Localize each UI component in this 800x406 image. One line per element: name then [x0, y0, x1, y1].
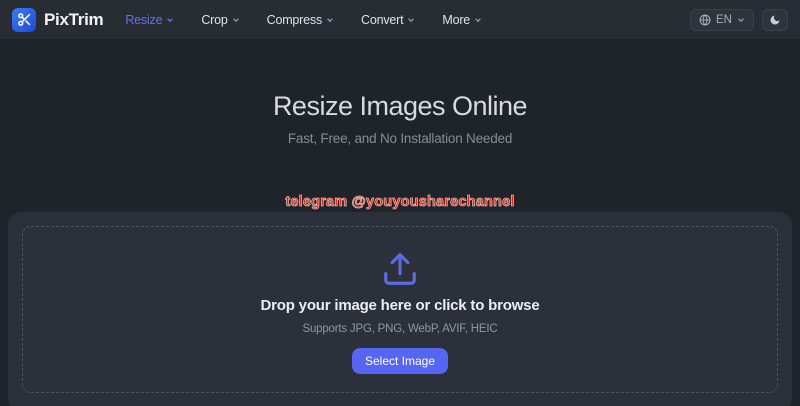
nav-item-more[interactable]: More — [442, 13, 482, 27]
main-nav: Resize Crop Compress Convert More — [125, 13, 482, 27]
language-label: EN — [716, 14, 732, 26]
dropzone-instruction: Drop your image here or click to browse — [261, 297, 540, 314]
nav-item-crop[interactable]: Crop — [201, 13, 239, 27]
hero-section: Resize Images Online Fast, Free, and No … — [0, 39, 800, 210]
select-image-button[interactable]: Select Image — [352, 348, 448, 374]
theme-toggle[interactable] — [762, 9, 788, 31]
brand-name: PixTrim — [44, 10, 103, 30]
upload-icon — [381, 250, 419, 288]
chevron-down-icon — [407, 16, 415, 24]
chevron-down-icon — [737, 16, 745, 24]
scissors-icon — [12, 8, 36, 32]
image-dropzone[interactable]: Drop your image here or click to browse … — [22, 226, 778, 393]
moon-icon — [769, 14, 781, 26]
nav-item-label: Crop — [201, 13, 227, 27]
nav-item-resize[interactable]: Resize — [125, 13, 174, 27]
brand-logo[interactable]: PixTrim — [12, 8, 103, 32]
nav-item-label: Convert — [361, 13, 403, 27]
chevron-down-icon — [326, 16, 334, 24]
nav-item-convert[interactable]: Convert — [361, 13, 415, 27]
supported-formats: Supports JPG, PNG, WebP, AVIF, HEIC — [303, 323, 498, 335]
chevron-down-icon — [166, 16, 174, 24]
nav-item-label: Compress — [267, 13, 322, 27]
nav-item-label: More — [442, 13, 470, 27]
chevron-down-icon — [474, 16, 482, 24]
header-controls: EN — [690, 9, 788, 31]
page-title: Resize Images Online — [0, 91, 800, 122]
chevron-down-icon — [232, 16, 240, 24]
nav-item-label: Resize — [125, 13, 162, 27]
upload-card: Drop your image here or click to browse … — [8, 212, 792, 406]
watermark-text: telegram @youyousharechannel — [0, 194, 800, 210]
globe-icon — [699, 14, 711, 26]
navbar: PixTrim Resize Crop Compress Convert Mor… — [0, 0, 800, 39]
page-subtitle: Fast, Free, and No Installation Needed — [0, 131, 800, 146]
nav-item-compress[interactable]: Compress — [267, 13, 334, 27]
language-selector[interactable]: EN — [690, 9, 754, 31]
